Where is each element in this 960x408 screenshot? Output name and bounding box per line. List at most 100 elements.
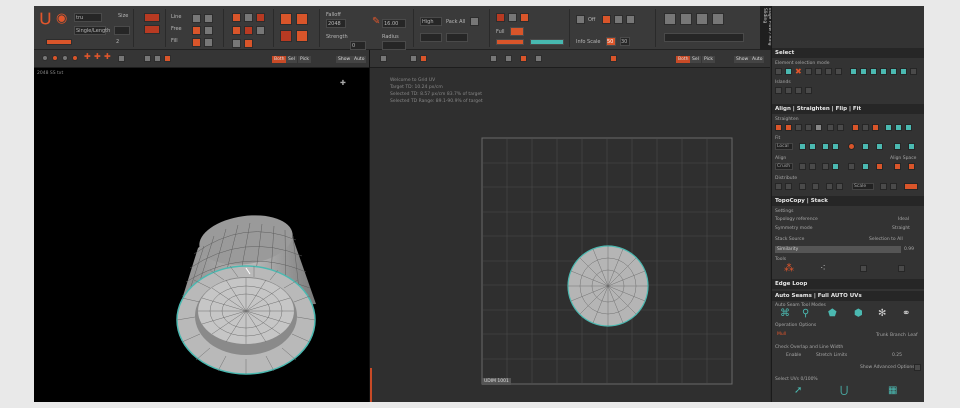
- straighten-icon-6[interactable]: [827, 124, 834, 131]
- 3d-viewport[interactable]: 2048 SS txt ✚: [34, 68, 369, 402]
- straighten-icon-10[interactable]: [872, 124, 879, 131]
- rsub-icon-a[interactable]: [380, 55, 387, 62]
- topo-tool-icon-4[interactable]: [898, 265, 905, 272]
- seam-mode-icon-5[interactable]: ✻: [878, 309, 886, 319]
- straighten-icon-8[interactable]: [852, 124, 859, 131]
- straighten-icon-13[interactable]: [905, 124, 912, 131]
- seam-mode-icon-2[interactable]: ⚲: [802, 309, 809, 319]
- grid-seam-icon[interactable]: ▦: [888, 386, 897, 396]
- tool-icon-e[interactable]: [244, 26, 253, 35]
- falloff-slider-c[interactable]: [530, 39, 564, 45]
- tool-icon-d[interactable]: [232, 26, 241, 35]
- topo-ref-value[interactable]: Ideal: [898, 217, 909, 222]
- align-icon-9[interactable]: [908, 163, 915, 170]
- select-icon-6[interactable]: [825, 68, 832, 75]
- straighten-icon-11[interactable]: [885, 124, 892, 131]
- select-icon-4[interactable]: [805, 68, 812, 75]
- pack-icon[interactable]: [470, 17, 479, 26]
- quality-sub-field[interactable]: [420, 33, 442, 42]
- dist-icon-3[interactable]: [799, 183, 806, 190]
- stroke-icon-3[interactable]: [192, 26, 201, 35]
- sub-icon-c[interactable]: [154, 55, 161, 62]
- fit-icon-8[interactable]: [894, 143, 901, 150]
- grid-icon-b[interactable]: [296, 13, 308, 25]
- select-icon-5[interactable]: [815, 68, 822, 75]
- right-btn-auto[interactable]: Auto: [750, 56, 765, 63]
- tool-icon-b[interactable]: [244, 13, 253, 22]
- rsub-icon-h[interactable]: [610, 55, 617, 62]
- stretch-limits-value[interactable]: 0.25: [892, 353, 902, 358]
- align-icon-7[interactable]: [876, 163, 883, 170]
- stroke-icon-6[interactable]: [204, 38, 213, 47]
- straighten-icon-12[interactable]: [895, 124, 902, 131]
- select-icon-14[interactable]: [910, 68, 917, 75]
- sub-icon-d[interactable]: [164, 55, 171, 62]
- toggle-icon[interactable]: [576, 15, 585, 24]
- fit-icon-5[interactable]: [848, 143, 855, 150]
- link-icon[interactable]: ⚭: [902, 309, 910, 319]
- select-icon-12[interactable]: [890, 68, 897, 75]
- mode-line[interactable]: Line: [171, 14, 181, 20]
- align-icon-5[interactable]: [848, 163, 855, 170]
- straighten-icon-9[interactable]: [862, 124, 869, 131]
- dist-icon-4[interactable]: [812, 183, 819, 190]
- falloff-icon-a[interactable]: [496, 13, 505, 22]
- topo-tool-icon-2[interactable]: ⁖: [820, 264, 826, 274]
- show-advanced-checkbox[interactable]: [914, 364, 921, 371]
- left-btn-show[interactable]: Show: [336, 56, 353, 63]
- misc-field[interactable]: [664, 33, 744, 42]
- straighten-icon-4[interactable]: [805, 124, 812, 131]
- select-header[interactable]: Select: [772, 48, 924, 58]
- align-icon-1[interactable]: [799, 163, 806, 170]
- mode-toggle-b[interactable]: [144, 25, 160, 34]
- topo-tool-icon-3[interactable]: [860, 265, 867, 272]
- magnet-seam-icon[interactable]: ⋃: [840, 386, 848, 396]
- falloff-slider-b[interactable]: [496, 39, 524, 45]
- stroke-icon-4[interactable]: [204, 26, 213, 35]
- right-btn-both[interactable]: Both: [676, 56, 691, 63]
- operation-value[interactable]: Mull: [777, 332, 786, 337]
- align-icon-2[interactable]: [809, 163, 816, 170]
- tool-icon-h[interactable]: [244, 39, 253, 48]
- misc-icon-b[interactable]: [680, 13, 692, 25]
- stroke-icon-2[interactable]: [204, 14, 213, 23]
- toggle-icon-b[interactable]: [602, 15, 611, 24]
- leaf-option[interactable]: Leaf: [908, 333, 918, 338]
- falloff-slider-a[interactable]: [510, 27, 524, 36]
- stroke-icon-1[interactable]: [192, 14, 201, 23]
- select-icon-2[interactable]: [785, 68, 792, 75]
- right-btn-sel[interactable]: Sel: [690, 56, 701, 63]
- misc-icon-d[interactable]: [712, 13, 724, 25]
- grid-icon-c[interactable]: [280, 30, 292, 42]
- ring-icon[interactable]: ◉: [56, 12, 67, 26]
- select-x-icon[interactable]: ✖: [795, 68, 802, 76]
- select-icon-10[interactable]: [870, 68, 877, 75]
- sub-icon-b[interactable]: [144, 55, 151, 62]
- straighten-icon-7[interactable]: [837, 124, 844, 131]
- move-icon[interactable]: ✚: [84, 53, 91, 61]
- seam-mode-icon-1[interactable]: ⌘: [780, 309, 790, 319]
- misc-icon-a[interactable]: [664, 13, 676, 25]
- fit-icon-7[interactable]: [876, 143, 883, 150]
- select-icon-11[interactable]: [880, 68, 887, 75]
- dist-icon-1[interactable]: [775, 183, 782, 190]
- select-icon-1[interactable]: [775, 68, 782, 75]
- uv-grid[interactable]: [370, 68, 770, 402]
- straighten-icon-5[interactable]: [815, 124, 822, 131]
- magnet-icon[interactable]: ⋃: [40, 12, 51, 26]
- right-btn-pick[interactable]: Pick: [702, 56, 715, 63]
- radius-sub-field[interactable]: [382, 41, 406, 50]
- dist-icon-8[interactable]: [890, 183, 897, 190]
- enable-option[interactable]: Enable: [786, 353, 801, 358]
- cylinder-mesh[interactable]: [34, 68, 369, 402]
- grid-icon-a[interactable]: [280, 13, 292, 25]
- scale-icon[interactable]: ✚: [104, 53, 111, 61]
- select-icon-9[interactable]: [860, 68, 867, 75]
- dist-icon-6[interactable]: [836, 183, 843, 190]
- stroke-icon-5[interactable]: [192, 38, 201, 47]
- rsub-icon-f[interactable]: [520, 55, 527, 62]
- rotate-icon[interactable]: ✚: [94, 53, 101, 61]
- straighten-icon-2[interactable]: [785, 124, 792, 131]
- topocopy-header[interactable]: TopoCopy | Stack: [772, 196, 924, 206]
- rsub-icon-d[interactable]: [490, 55, 497, 62]
